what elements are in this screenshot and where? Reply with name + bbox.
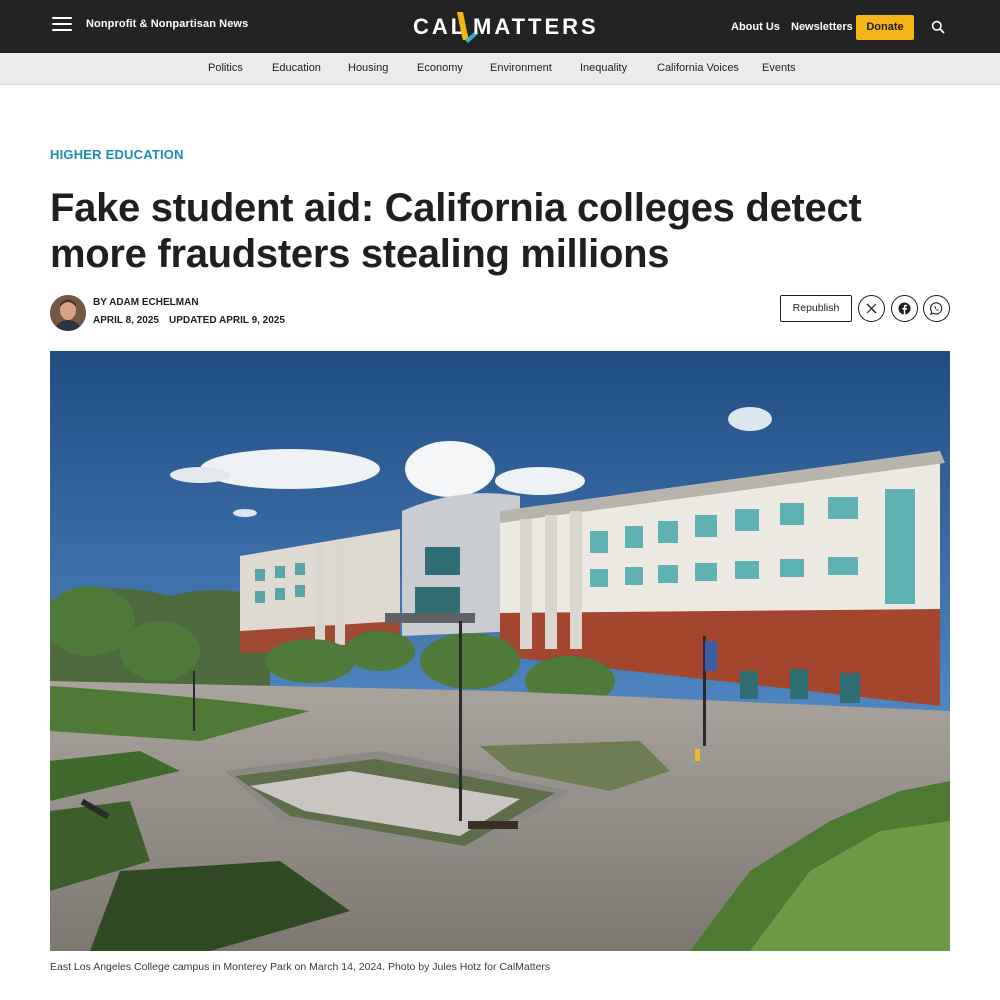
facebook-icon <box>898 302 911 315</box>
author-name-link[interactable]: BY ADAM ECHELMAN <box>93 297 199 308</box>
author-avatar[interactable] <box>50 295 86 331</box>
republish-button[interactable]: Republish <box>780 295 852 322</box>
section-link-economy[interactable]: Economy <box>417 62 463 74</box>
author-photo <box>50 295 86 331</box>
section-link-inequality[interactable]: Inequality <box>580 62 627 74</box>
donate-button[interactable]: Donate <box>856 15 914 40</box>
article-dates: APRIL 8, 2025 UPDATED APRIL 9, 2025 <box>93 315 285 326</box>
about-us-link[interactable]: About Us <box>731 21 780 33</box>
share-x-button[interactable] <box>858 295 885 322</box>
hero-caption: East Los Angeles College campus in Monte… <box>50 961 551 973</box>
newsletters-link[interactable]: Newsletters <box>791 21 853 33</box>
section-link-events[interactable]: Events <box>762 62 796 74</box>
share-whatsapp-button[interactable] <box>923 295 950 322</box>
section-link-education[interactable]: Education <box>272 62 321 74</box>
calmatters-logo[interactable]: CAL MATTERS <box>413 10 596 44</box>
publish-date: APRIL 8, 2025 <box>93 315 159 326</box>
campus-photo <box>50 351 950 951</box>
article-headline: Fake student aid: California colleges de… <box>50 186 862 276</box>
section-link-california-voices[interactable]: California Voices <box>657 62 739 74</box>
share-facebook-button[interactable] <box>891 295 918 322</box>
top-bar: Nonprofit & Nonpartisan News CAL MATTERS… <box>0 0 1000 53</box>
section-link-housing[interactable]: Housing <box>348 62 388 74</box>
x-icon <box>866 303 877 314</box>
article-category-link[interactable]: HIGHER EDUCATION <box>50 147 184 162</box>
search-icon[interactable] <box>931 20 945 34</box>
section-link-politics[interactable]: Politics <box>208 62 243 74</box>
site-tagline: Nonprofit & Nonpartisan News <box>86 18 249 30</box>
section-link-environment[interactable]: Environment <box>490 62 552 74</box>
section-nav: Politics Education Housing Economy Envir… <box>0 53 1000 85</box>
logo-text-matters: MATTERS <box>473 14 599 39</box>
updated-date: UPDATED APRIL 9, 2025 <box>168 315 285 326</box>
whatsapp-icon <box>930 302 943 315</box>
article-byline: BY ADAM ECHELMAN <box>93 297 199 308</box>
hero-image <box>50 351 950 951</box>
hamburger-menu-icon[interactable] <box>52 17 72 35</box>
